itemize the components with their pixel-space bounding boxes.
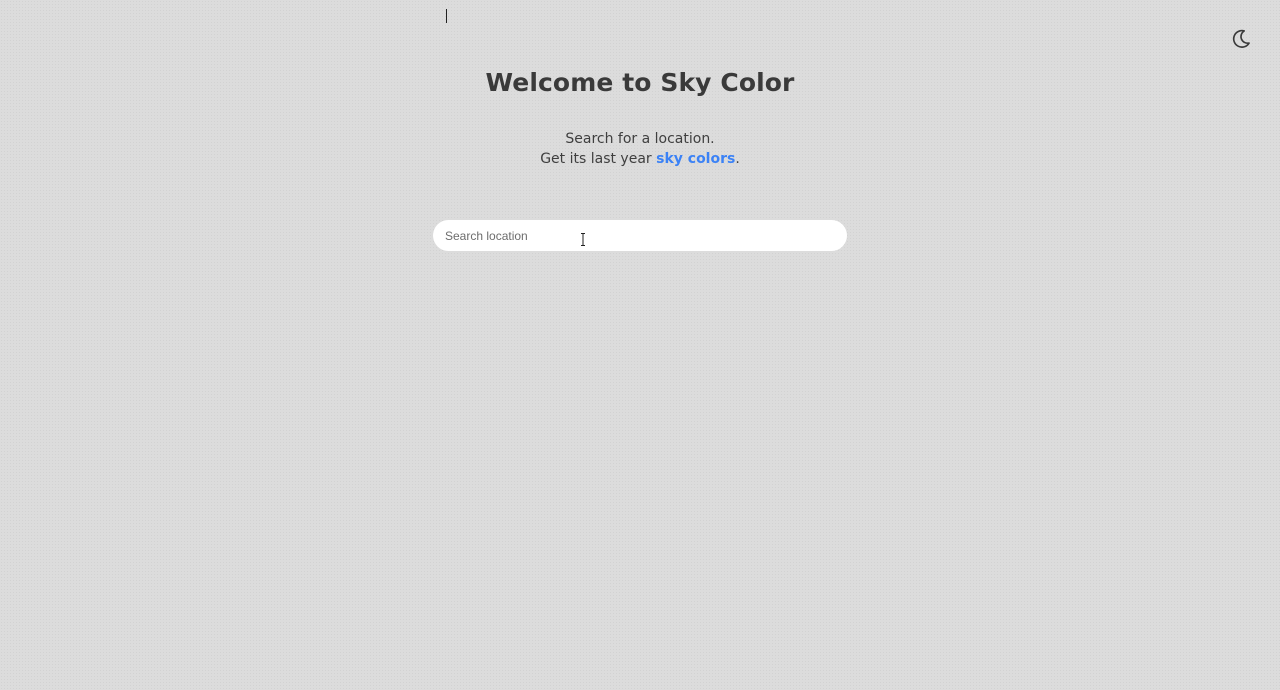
- text-cursor-icon: [581, 233, 585, 246]
- subtitle-line-2-suffix: .: [735, 151, 740, 167]
- subtitle: Search for a location. Get its last year…: [0, 129, 1280, 169]
- sky-colors-link[interactable]: sky colors: [656, 151, 735, 167]
- search-bar: [433, 220, 847, 251]
- subtitle-line-1: Search for a location.: [565, 131, 715, 147]
- moon-icon: [1232, 29, 1250, 48]
- search-location-input[interactable]: [433, 220, 847, 251]
- text-caret: [446, 9, 447, 23]
- subtitle-line-2: Get its last year sky colors.: [0, 149, 1280, 169]
- subtitle-line-2-prefix: Get its last year: [540, 151, 657, 167]
- theme-toggle-button[interactable]: [1228, 26, 1254, 52]
- page-title: Welcome to Sky Color: [485, 68, 795, 97]
